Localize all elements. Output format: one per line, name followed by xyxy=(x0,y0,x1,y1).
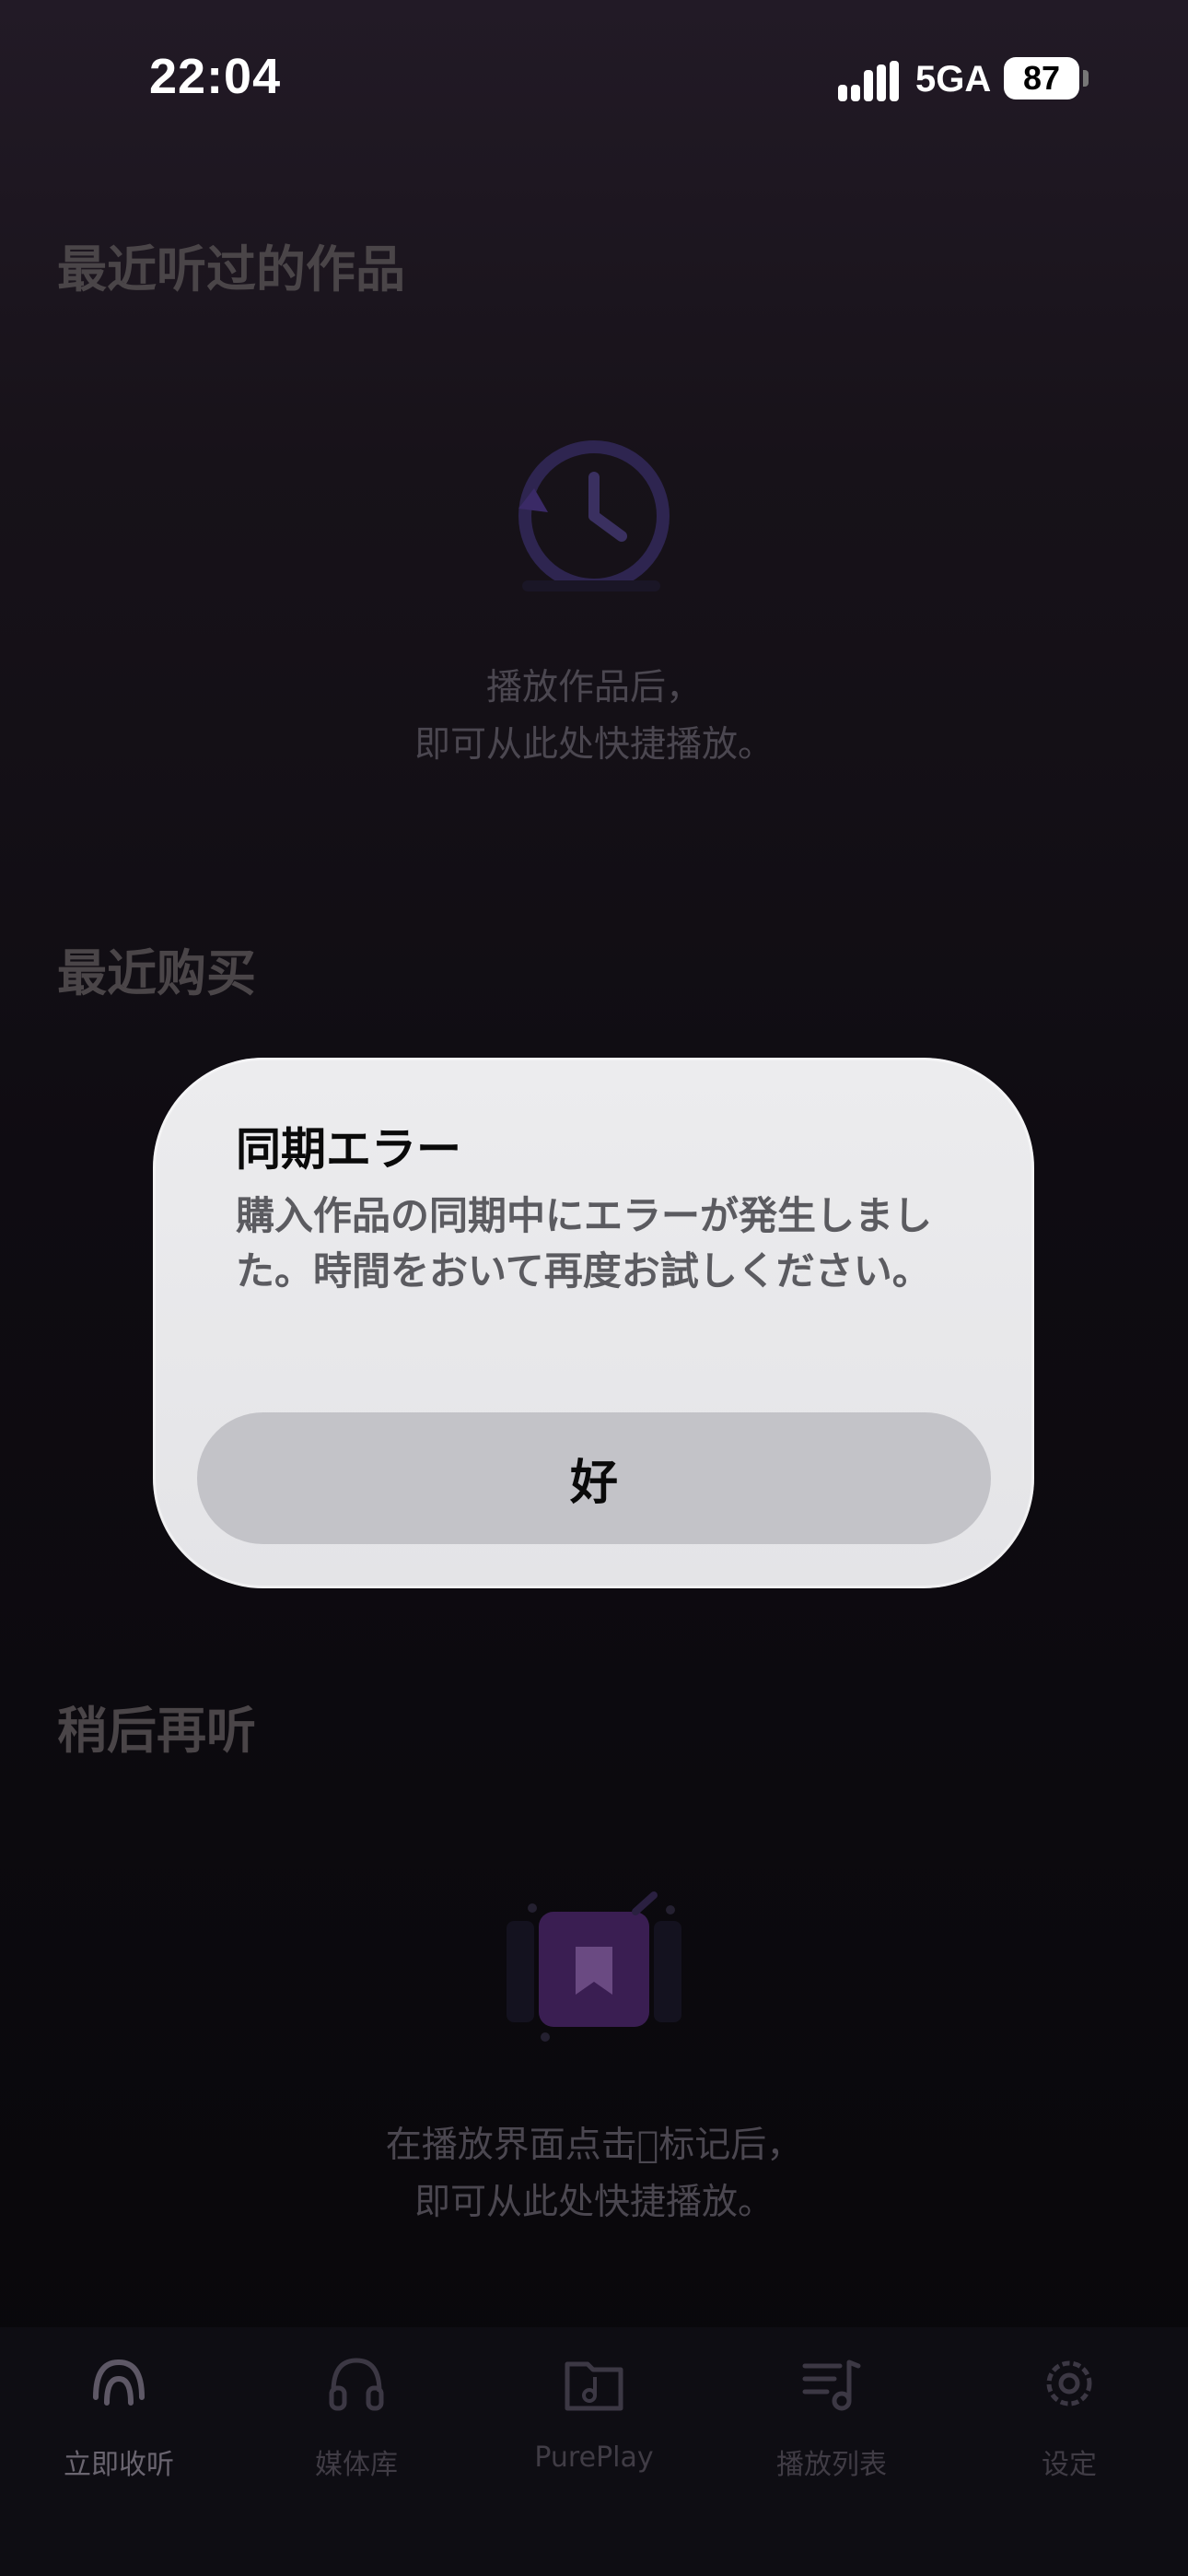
recent-listened-title: 最近听过的作品 xyxy=(57,240,405,299)
listen-later-empty-line1: 在播放界面点击􀉟标记后， xyxy=(385,2125,803,2166)
cellular-signal-icon xyxy=(838,61,899,101)
tab-label: 播放列表 xyxy=(776,2449,887,2481)
battery-icon: 87 xyxy=(1004,57,1079,100)
tab-label: 设定 xyxy=(1042,2449,1097,2481)
tab-library[interactable]: 媒体库 xyxy=(238,2327,475,2512)
tab-settings[interactable]: 设定 xyxy=(950,2327,1188,2512)
recent-listened-empty-line2: 即可从此处快捷播放。 xyxy=(413,724,774,766)
history-clock-icon xyxy=(518,440,670,591)
recent-listened-empty-line1: 播放作品后， xyxy=(485,667,702,708)
tab-listen-now[interactable]: 立即收听 xyxy=(0,2327,238,2512)
battery-tip xyxy=(1083,70,1089,87)
alert-ok-button[interactable]: 好 xyxy=(197,1412,991,1544)
tab-label: PurePlay xyxy=(534,2441,654,2474)
tab-label: 媒体库 xyxy=(315,2449,398,2481)
tab-label: 立即收听 xyxy=(64,2449,174,2481)
battery-level: 87 xyxy=(1022,59,1061,97)
headphones-icon xyxy=(329,2358,384,2411)
alert-title: 同期エラー xyxy=(236,1123,462,1176)
bookmark-card-icon xyxy=(507,1891,681,2042)
tab-playlist[interactable]: 播放列表 xyxy=(713,2327,950,2512)
headphone-arc-icon xyxy=(93,2359,145,2406)
tab-pureplay[interactable]: PurePlay xyxy=(475,2327,713,2512)
sync-error-alert: 同期エラー 購入作品の同期中にエラーが発生しました。時間をおいて再度お試しくださ… xyxy=(153,1058,1034,1588)
playlist-icon xyxy=(802,2359,861,2411)
listen-later-empty-line2: 即可从此处快捷播放。 xyxy=(413,2182,774,2223)
listen-later-title: 稍后再听 xyxy=(57,1702,256,1760)
alert-message: 購入作品の同期中にエラーが発生しました。時間をおいて再度お試しください。 xyxy=(236,1193,933,1294)
gear-icon xyxy=(1046,2360,1092,2406)
recent-purchases-title: 最近购买 xyxy=(57,944,256,1002)
network-type: 5GA xyxy=(915,59,992,100)
music-folder-icon xyxy=(565,2361,623,2411)
tab-bar: 立即收听 媒体库 PurePlay 播放列表 设定 xyxy=(0,2327,1188,2576)
status-time: 22:04 xyxy=(149,49,282,104)
status-bar: 22:04 5GA 87 xyxy=(0,0,1188,157)
